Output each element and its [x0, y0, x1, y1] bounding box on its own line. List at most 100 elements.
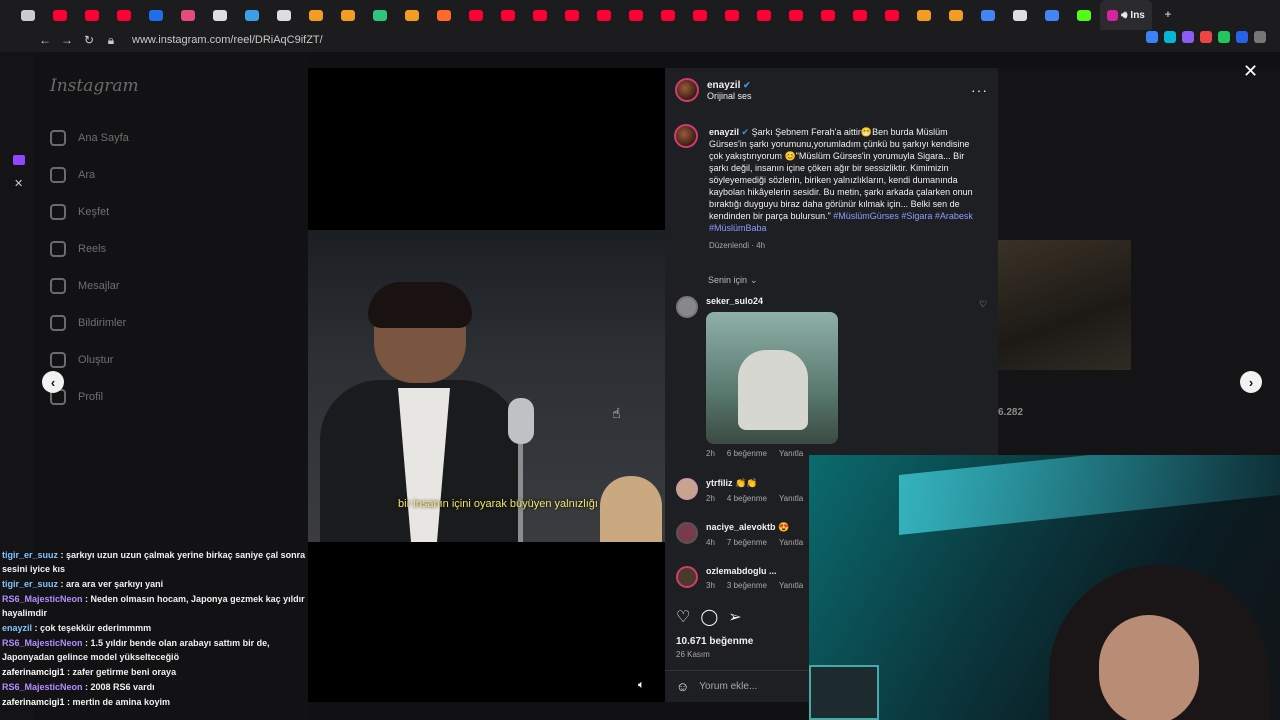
- browser-tab[interactable]: [332, 0, 364, 30]
- browser-tab-active[interactable]: 🔊︎ Ins: [1100, 0, 1152, 30]
- url-text[interactable]: www.instagram.com/reel/DRiAqC9ifZT/: [132, 34, 323, 46]
- browser-tab[interactable]: [44, 0, 76, 30]
- chat-username[interactable]: tigir_er_suuz: [2, 579, 58, 589]
- chat-username[interactable]: zaferinamcigi1: [2, 667, 65, 677]
- browser-tab[interactable]: [204, 0, 236, 30]
- browser-tab[interactable]: [1068, 0, 1100, 30]
- browser-tab[interactable]: [844, 0, 876, 30]
- browser-tab[interactable]: [12, 0, 44, 30]
- chat-username[interactable]: RS6_MajesticNeon: [2, 638, 83, 648]
- extension-icon[interactable]: [1164, 31, 1176, 43]
- emoji-icon[interactable]: ☺︎: [676, 679, 689, 694]
- sidebar-item[interactable]: Bildirimler: [50, 315, 126, 331]
- comment-username[interactable]: naciye_alevoktb: [706, 522, 776, 532]
- post-username[interactable]: enayzil ✔︎: [707, 80, 752, 91]
- browser-tab[interactable]: [428, 0, 460, 30]
- avatar[interactable]: [674, 124, 698, 148]
- sidebar-item[interactable]: Reels: [50, 241, 106, 257]
- browser-tab[interactable]: [460, 0, 492, 30]
- comment-sort-dropdown[interactable]: Senin için ⌄: [708, 275, 758, 286]
- twitch-icon[interactable]: [13, 155, 25, 165]
- comment-gif[interactable]: [706, 312, 838, 444]
- browser-tab[interactable]: [268, 0, 300, 30]
- browser-tab[interactable]: [76, 0, 108, 30]
- extension-icon[interactable]: [1218, 31, 1230, 43]
- comment-likes[interactable]: 3 beğenme: [727, 581, 767, 590]
- address-bar[interactable]: ← → ↻ 🔒︎ www.instagram.com/reel/DRiAqC9i…: [0, 28, 1280, 52]
- avatar[interactable]: [675, 78, 699, 102]
- avatar[interactable]: [676, 566, 698, 588]
- browser-tab[interactable]: [364, 0, 396, 30]
- instagram-logo[interactable]: Instagram: [50, 76, 139, 96]
- back-icon[interactable]: ←: [36, 33, 54, 47]
- browser-tab[interactable]: [908, 0, 940, 30]
- reload-icon[interactable]: ↻: [80, 33, 98, 47]
- browser-tab[interactable]: [812, 0, 844, 30]
- forward-icon[interactable]: →: [58, 33, 76, 47]
- extension-icon[interactable]: [1200, 31, 1212, 43]
- reply-button[interactable]: Yanıtla: [779, 494, 803, 503]
- browser-tab[interactable]: [172, 0, 204, 30]
- comment-input[interactable]: Yorum ekle...: [699, 681, 757, 692]
- browser-tab[interactable]: [972, 0, 1004, 30]
- chat-username[interactable]: RS6_MajesticNeon: [2, 682, 83, 692]
- chat-username[interactable]: enayzil: [2, 623, 32, 633]
- comment-likes[interactable]: 7 beğenme: [727, 538, 767, 547]
- chat-username[interactable]: tigir_er_suuz: [2, 550, 58, 560]
- caption-username[interactable]: enayzil: [709, 127, 739, 137]
- browser-tab[interactable]: [1036, 0, 1068, 30]
- like-comment-icon[interactable]: ♡: [979, 299, 987, 310]
- chat-username[interactable]: RS6_MajesticNeon: [2, 594, 83, 604]
- browser-tab[interactable]: [1004, 0, 1036, 30]
- browser-tab[interactable]: [492, 0, 524, 30]
- close-icon[interactable]: ✕: [1243, 61, 1258, 82]
- likes-count[interactable]: 10.671 beğenme: [676, 636, 753, 647]
- browser-tab[interactable]: [108, 0, 140, 30]
- browser-tab[interactable]: [940, 0, 972, 30]
- avatar[interactable]: [676, 478, 698, 500]
- mute-icon[interactable]: 🔈︎: [638, 679, 656, 693]
- reply-button[interactable]: Yanıtla: [779, 538, 803, 547]
- sidebar-item[interactable]: Ana Sayfa: [50, 130, 129, 146]
- comment-username[interactable]: ytrfiliz: [706, 478, 733, 488]
- browser-tab[interactable]: [748, 0, 780, 30]
- browser-tab[interactable]: [652, 0, 684, 30]
- comment-icon[interactable]: ◯: [700, 607, 718, 627]
- new-tab-button[interactable]: +: [1152, 0, 1184, 30]
- browser-tab[interactable]: [716, 0, 748, 30]
- browser-tab[interactable]: [620, 0, 652, 30]
- extension-icon[interactable]: [1182, 31, 1194, 43]
- browser-tab[interactable]: [236, 0, 268, 30]
- next-post-button[interactable]: ›: [1240, 371, 1262, 393]
- menu-icon[interactable]: [1254, 31, 1266, 43]
- chat-username[interactable]: zaferinamcigi1: [2, 697, 65, 707]
- previous-post-button[interactable]: ‹: [42, 371, 64, 393]
- sidebar-item[interactable]: Oluştur: [50, 352, 113, 368]
- sidebar-item[interactable]: Keşfet: [50, 204, 109, 220]
- extension-icon[interactable]: [1236, 31, 1248, 43]
- audio-label[interactable]: Orijinal ses: [707, 91, 752, 101]
- browser-tab[interactable]: [300, 0, 332, 30]
- more-options-icon[interactable]: ···: [971, 82, 988, 98]
- browser-tab[interactable]: [396, 0, 428, 30]
- sidebar-item[interactable]: Ara: [50, 167, 95, 183]
- comment-likes[interactable]: 6 beğenme: [727, 449, 767, 458]
- browser-tab[interactable]: [684, 0, 716, 30]
- browser-tab[interactable]: [780, 0, 812, 30]
- avatar[interactable]: [676, 522, 698, 544]
- extension-icon[interactable]: [1146, 31, 1158, 43]
- browser-tab[interactable]: [524, 0, 556, 30]
- browser-tab[interactable]: [876, 0, 908, 30]
- reply-button[interactable]: Yanıtla: [779, 581, 803, 590]
- sidebar-item[interactable]: Mesajlar: [50, 278, 120, 294]
- browser-tab[interactable]: [588, 0, 620, 30]
- browser-tab[interactable]: [556, 0, 588, 30]
- comment-username[interactable]: seker_sulo24: [706, 296, 838, 306]
- comment-likes[interactable]: 4 beğenme: [727, 494, 767, 503]
- comment-username[interactable]: ozlemabdoglu ...: [706, 566, 803, 576]
- share-icon[interactable]: ➢: [728, 607, 741, 627]
- browser-tab[interactable]: [140, 0, 172, 30]
- avatar[interactable]: [676, 296, 698, 318]
- post-username-text[interactable]: enayzil: [707, 80, 740, 91]
- reply-button[interactable]: Yanıtla: [779, 449, 803, 458]
